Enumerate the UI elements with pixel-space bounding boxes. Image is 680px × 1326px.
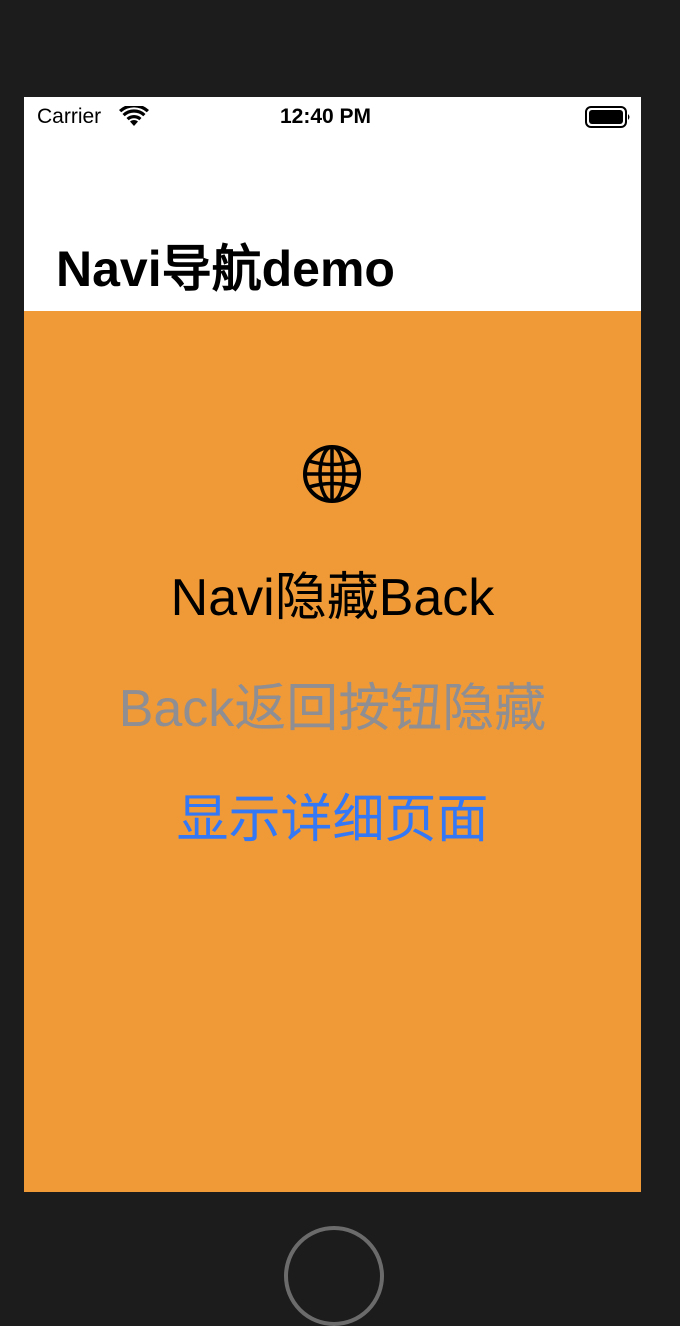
status-bar: Carrier 12:40 PM [24,97,641,137]
status-time: 12:40 PM [280,105,372,128]
hidden-back-title: Navi隐藏Back [170,569,495,627]
navigation-bar: Navi导航demo [24,137,641,311]
device-screen: Carrier 12:40 PM Navi导航demo Navi隐藏Back B… [24,97,641,1192]
carrier-label: Carrier [37,105,102,128]
show-detail-link[interactable]: 显示详细页面 [24,777,641,852]
globe-icon [303,445,361,503]
page-title: Navi导航demo [56,241,395,297]
wifi-icon [119,106,149,126]
battery-icon [585,106,630,128]
main-content: Navi隐藏Back Back返回按钮隐藏 显示详细页面 [24,311,641,1192]
back-hidden-subtitle: Back返回按钮隐藏 [118,680,547,738]
home-button[interactable] [284,1226,384,1326]
